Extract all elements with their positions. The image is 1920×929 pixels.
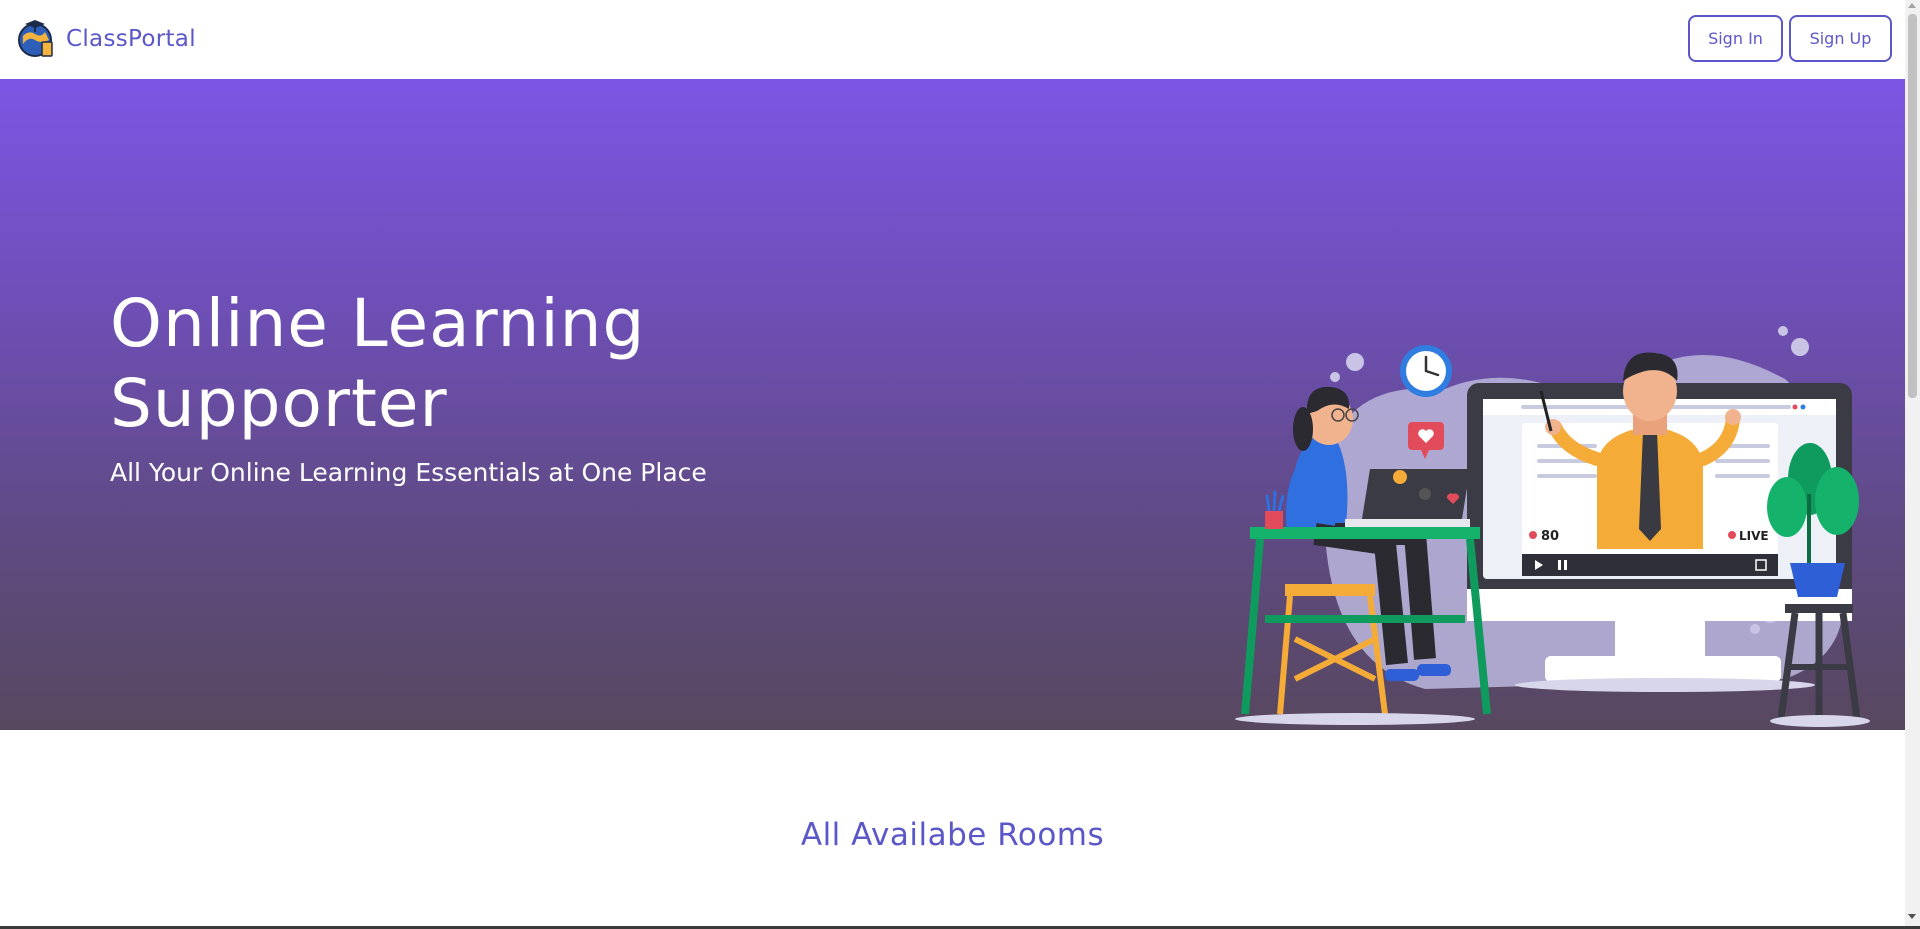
hero-title: Online Learning Supporter: [110, 285, 646, 442]
hero-section: Online Learning Supporter All Your Onlin…: [0, 79, 1905, 730]
scroll-up-arrow-icon[interactable]: [1908, 3, 1916, 8]
brand-link[interactable]: ClassPortal: [15, 18, 196, 60]
live-badge: LIVE: [1739, 529, 1769, 543]
sign-up-button[interactable]: Sign Up: [1789, 15, 1892, 62]
scroll-down-arrow-icon[interactable]: [1908, 914, 1916, 919]
viewer-count: 80: [1541, 529, 1559, 544]
navbar: ClassPortal Sign In Sign Up: [0, 0, 1905, 80]
rooms-section-title: All Availabe Rooms: [800, 817, 1105, 853]
page: ClassPortal Sign In Sign Up Online Learn…: [0, 0, 1905, 929]
scrollbar-thumb[interactable]: [1908, 14, 1917, 398]
brand-name: ClassPortal: [66, 26, 196, 52]
page-scrollbar[interactable]: [1905, 0, 1920, 929]
online-class-illustration: 80 LIVE: [1235, 326, 1870, 727]
hero-subtitle: All Your Online Learning Essentials at O…: [110, 458, 707, 487]
classportal-logo-icon: [18, 20, 53, 57]
sign-in-button[interactable]: Sign In: [1688, 15, 1783, 62]
